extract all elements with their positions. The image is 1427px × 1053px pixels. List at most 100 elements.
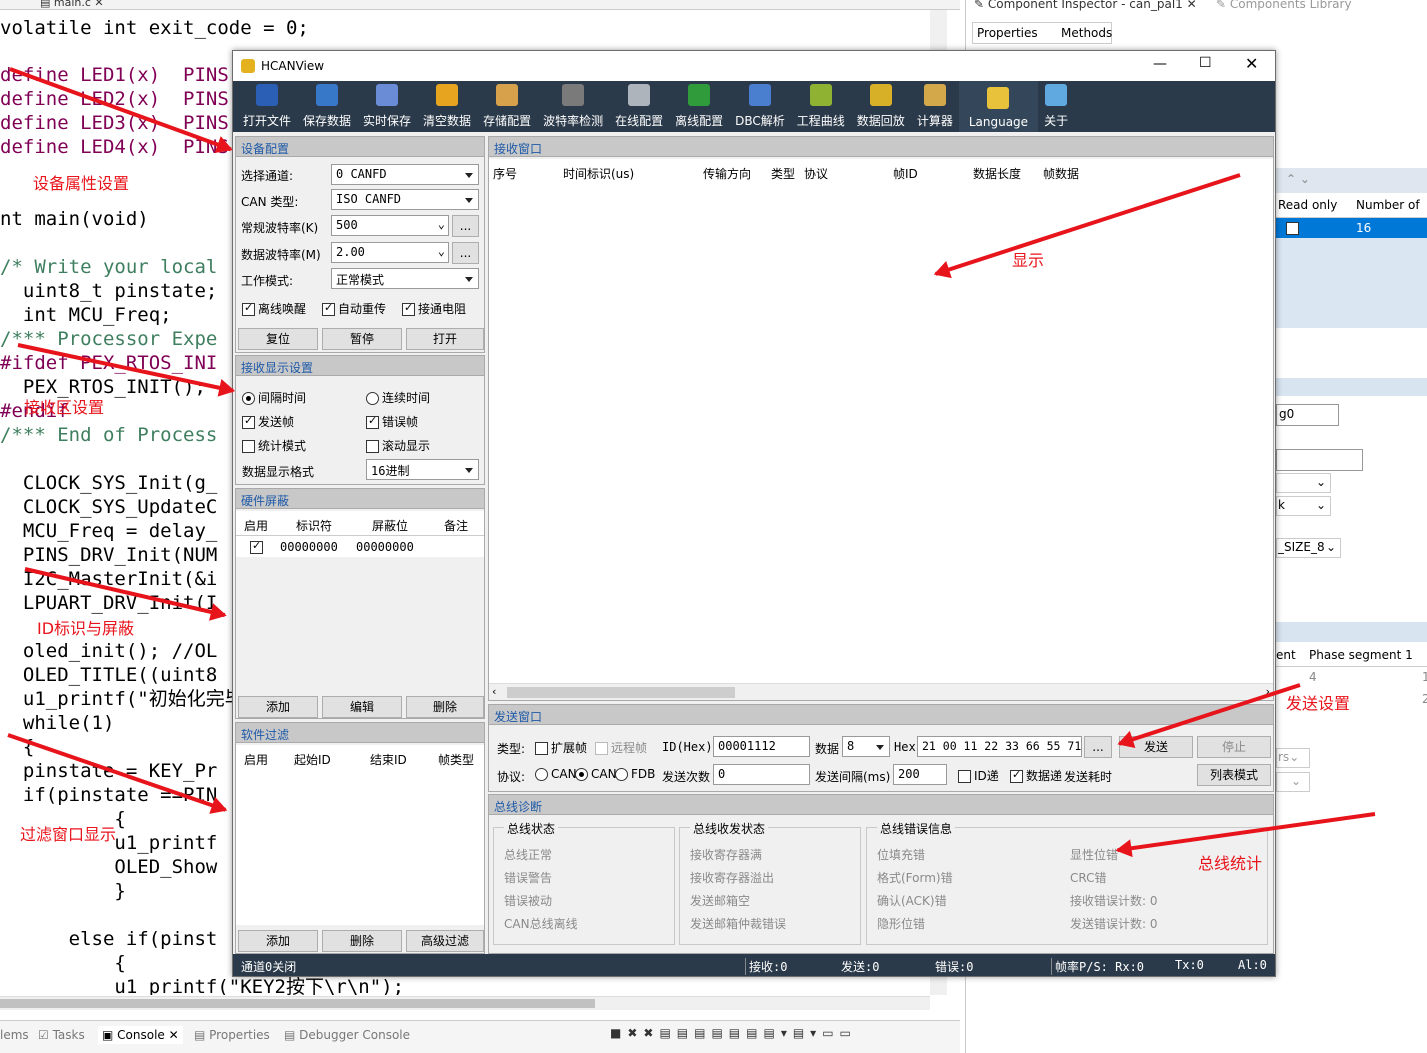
data-baud-select[interactable]: 2.00 ⌄ [331,242,449,263]
offline-config-icon [688,84,711,106]
row-enable-checkbox[interactable] [250,539,263,554]
pause-button[interactable]: 暂停 [322,328,402,350]
protocol-fdb-radio[interactable]: FDB [615,767,655,781]
open-file-button[interactable]: 打开文件 [237,81,297,132]
close-button[interactable]: ✕ [1245,54,1258,73]
realtime-save-button[interactable]: 实时保存 [357,81,417,132]
col-identifier: 标识符 [296,519,333,533]
hardware-mask-table: 启用 标识符 屏蔽位 备注 00000000 00000000 [236,511,484,557]
bus-diagnostics-panel: 总线诊断 总线状态 总线正常 错误警告 错误被动 CAN总线离线 总线收发状态 接收寄存器满… [488,794,1274,954]
channel-select[interactable]: 0 CANFD [331,164,479,185]
inspector-title[interactable]: ✎ Component Inspector - can_pal1 ✕ [974,0,1197,11]
clear-data-button[interactable]: 清空数据 [417,81,477,132]
filter-delete-button[interactable]: 删除 [322,930,402,952]
curve-button[interactable]: 工程曲线 [791,81,851,132]
hex-more-button[interactable]: ... [1084,736,1112,758]
phase-value-3: 2 [1422,692,1427,706]
inspector-select-4[interactable]: rs⌄ [1276,748,1310,768]
protocol-can-radio[interactable]: CAN [535,767,577,781]
annotation-display: 显示 [1012,251,1045,270]
offline-config-button[interactable]: 离线配置 [669,81,729,132]
code-line: CLOCK_SYS_Init(g_ [0,472,218,494]
console-toolbar-icons[interactable]: ■✖✖▤▤▤▤▤▤▤▾▤▾▭▭ [610,1026,857,1040]
tab-problems[interactable]: lems [0,1028,29,1042]
language-button[interactable]: Language [958,81,1039,132]
inspector-select-2[interactable]: k ⌄ [1276,496,1331,516]
receive-hscrollbar[interactable]: ‹ › [489,683,1273,700]
toolbar-label: Language [968,115,1029,129]
reset-button[interactable]: 复位 [238,328,318,350]
offline-wake-checkbox[interactable]: 离线唤醒 [242,300,306,317]
stats-mode-checkbox[interactable]: 统计模式 [242,437,306,454]
tab-properties[interactable]: Properties [977,26,1038,40]
protocol-canfd-radio[interactable]: CAN [575,767,617,781]
table-row[interactable]: 00000000 00000000 [236,535,484,557]
list-mode-button[interactable]: 列表模式 [1197,764,1271,786]
send-frame-checkbox[interactable]: 发送帧 [242,413,294,430]
store-config-button[interactable]: 存储配置 [477,81,537,132]
id-hex-input[interactable]: 00001112 [713,736,810,757]
protocol-label: 协议: [497,770,526,784]
baud-detect-button[interactable]: 波特率检测 [537,81,609,132]
id-increment-checkbox[interactable]: ID递 [958,767,999,784]
tab-debugger-console[interactable]: ▤ Debugger Console [284,1028,410,1042]
number-value: 16 [1356,221,1372,235]
data-playback-button[interactable]: 数据回放 [851,81,911,132]
can-type-select[interactable]: ISO CANFD [331,189,479,210]
display-format-select[interactable]: 16进制 [366,459,479,480]
termination-resistor-checkbox[interactable]: 接通电阻 [402,300,466,317]
stop-button[interactable]: 停止 [1197,736,1271,758]
dbc-parse-button[interactable]: DBC解析 [729,81,791,132]
data-baud-more-button[interactable]: ... [452,242,479,264]
inspector-field-2[interactable] [1276,449,1363,471]
tab-tasks[interactable]: ☑ Tasks [38,1028,85,1042]
editor-tab[interactable]: ▤ main.c ✕ [40,0,120,10]
inspector-selected-row[interactable]: 16 [1276,218,1427,238]
toolbar-label: 关于 [1044,114,1069,128]
error-frame-checkbox[interactable]: 错误帧 [366,413,418,430]
extended-frame-checkbox[interactable]: 扩展帧 [535,739,587,756]
send-count-input[interactable]: 0 [713,764,810,785]
tab-properties[interactable]: ▤ Properties [194,1028,270,1042]
calculator-button[interactable]: 计算器 [911,81,959,132]
tab-console[interactable]: ▣ Console ✕ [98,1026,183,1044]
tab-methods[interactable]: Methods [1061,26,1112,40]
receive-window-header: 接收窗口 [489,137,1273,157]
inspector-select-3[interactable]: _SIZE_8 ⌄ [1276,538,1341,558]
online-config-icon [628,84,651,106]
inspector-select-5[interactable]: ⌄ [1276,772,1310,792]
code-line: uint8_t pinstate; [0,280,218,302]
annotation-bus-stats: 总线统计 [1198,854,1263,873]
send-interval-input[interactable]: 200 [893,764,947,785]
remote-frame-checkbox[interactable]: 远程帧 [595,739,647,756]
filter-add-button[interactable]: 添加 [238,930,318,952]
continuous-time-radio[interactable]: 连续时间 [366,389,430,406]
hex-data-input[interactable]: 21 00 11 22 33 66 55 71 [917,736,1082,757]
minimize-button[interactable]: — [1153,56,1167,72]
inspector-field-1[interactable]: g0 [1276,404,1339,426]
save-data-button[interactable]: 保存数据 [297,81,357,132]
mask-edit-button[interactable]: 编辑 [322,696,402,718]
dlc-select[interactable]: 8 [842,736,890,757]
maximize-button[interactable]: ☐ [1199,55,1212,71]
inspector-select-1[interactable]: ⌄ [1276,473,1331,493]
mode-select[interactable]: 正常模式 [331,268,479,289]
interval-time-radio[interactable]: 间隔时间 [242,389,306,406]
open-button[interactable]: 打开 [406,328,484,350]
read-only-checkbox[interactable] [1286,220,1299,235]
online-config-button[interactable]: 在线配置 [609,81,669,132]
diag-item: 发送邮箱仲裁错误 [690,917,787,931]
auto-retransmit-checkbox[interactable]: 自动重传 [322,300,386,317]
baud-more-button[interactable]: ... [452,215,479,237]
mask-delete-button[interactable]: 删除 [406,696,484,718]
advanced-filter-button[interactable]: 高级过滤 [406,930,484,952]
about-button[interactable]: 关于 [1038,81,1074,132]
scroll-display-checkbox[interactable]: 滚动显示 [366,437,430,454]
data-increment-checkbox[interactable]: 数据递 [1010,767,1062,784]
baud-select[interactable]: 500 ⌄ [331,215,449,236]
mask-add-button[interactable]: 添加 [238,696,318,718]
receive-table[interactable]: 序号 时间标识(us) 传输方向 类型 协议 帧ID 数据长度 帧数据 [489,159,1273,683]
inspector-nav-buttons[interactable]: ⌃ ⌄ [1276,168,1427,193]
components-library-tab[interactable]: ✎ Components Library [1216,0,1352,11]
editor-hscrollbar[interactable] [0,996,930,1010]
